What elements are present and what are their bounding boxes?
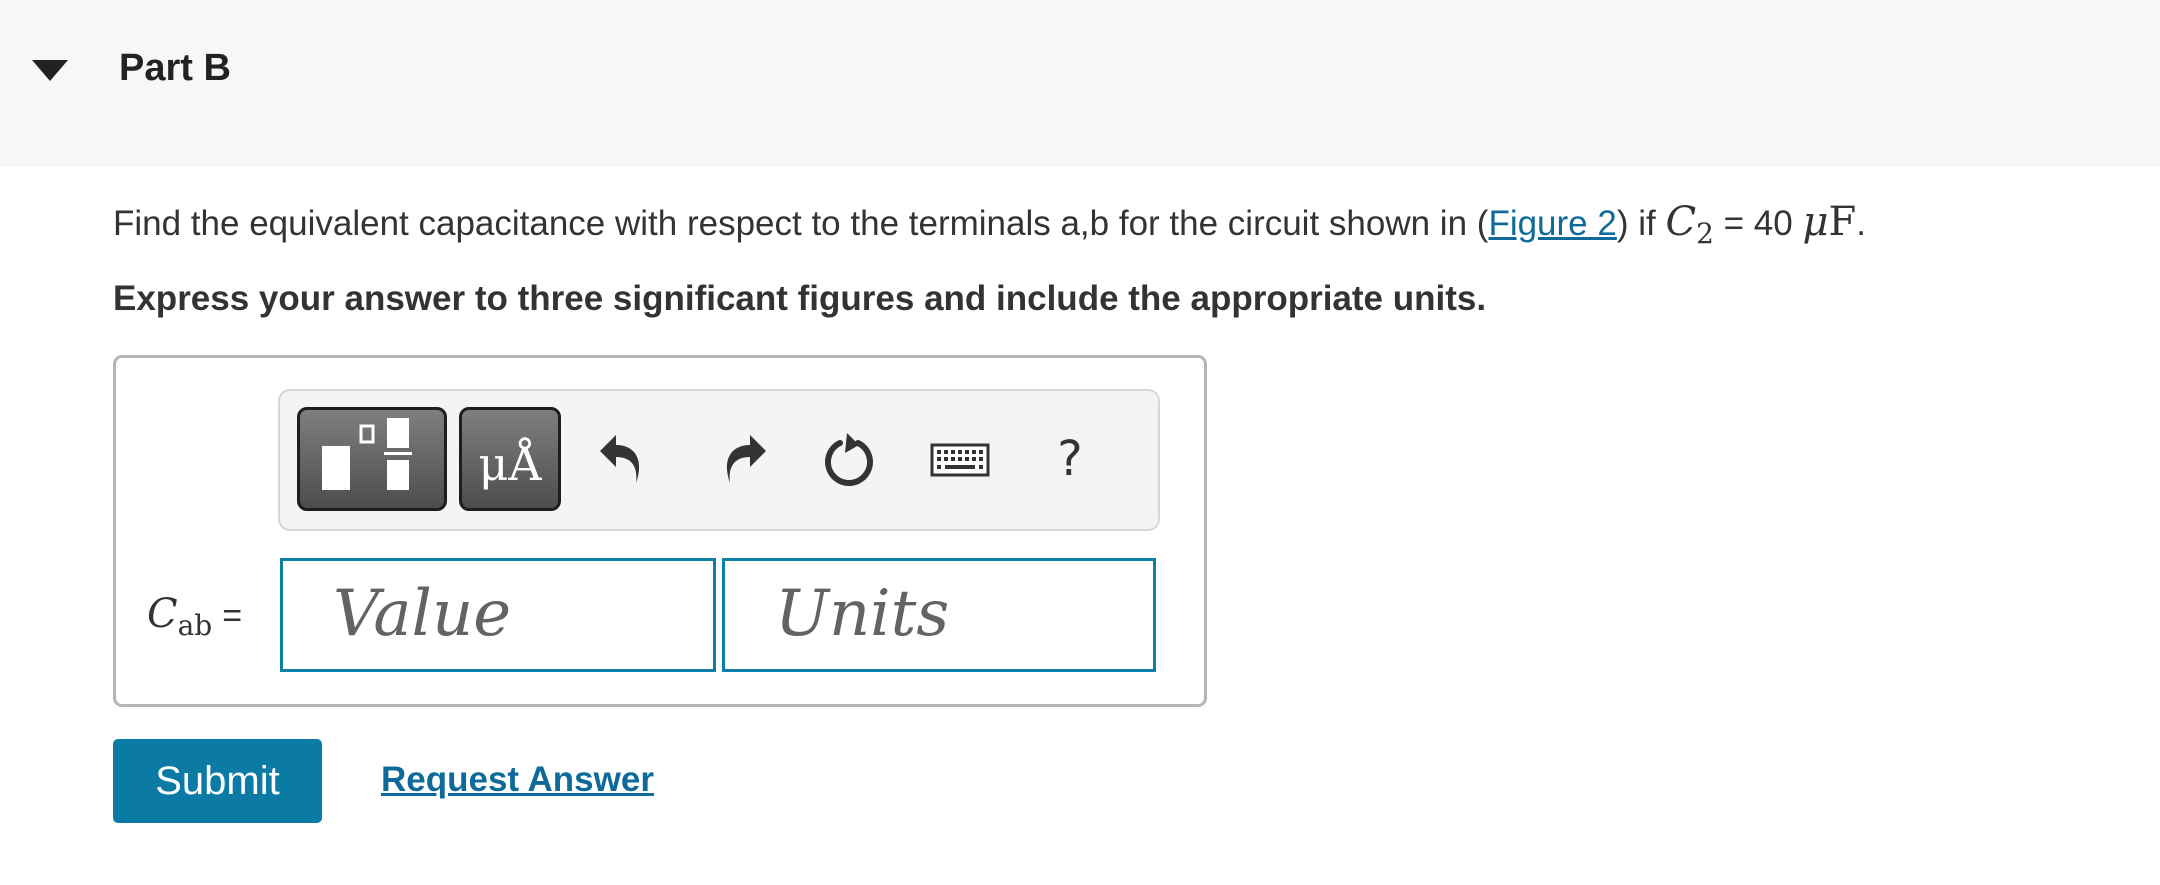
request-answer-link[interactable]: Request Answer (381, 756, 654, 804)
units-input[interactable]: Units (722, 558, 1156, 672)
keyboard-icon[interactable] (928, 427, 992, 491)
answer-label-equals: = (222, 597, 243, 635)
value-input[interactable]: Value (280, 558, 716, 672)
instruction-text: Express your answer to three significant… (113, 279, 1487, 318)
unit-symbol: F (1828, 199, 1857, 245)
figure-link[interactable]: Figure 2 (1488, 204, 1616, 243)
part-title: Part B (119, 47, 231, 89)
template-icon[interactable] (297, 407, 447, 511)
answer-label: Cab = (147, 584, 242, 644)
undo-icon[interactable] (592, 427, 656, 491)
reset-icon[interactable] (817, 427, 881, 491)
question-text-start: Find the equivalent capacitance with res… (113, 204, 1489, 243)
unit-prefix: μ (1802, 199, 1829, 245)
part-header (0, 0, 2160, 167)
answer-label-symbol: Cab (147, 591, 213, 642)
question-text: Find the equivalent capacitance with res… (113, 196, 1866, 250)
redo-icon[interactable] (710, 427, 774, 491)
question-period: . (1856, 204, 1866, 243)
units-icon[interactable]: μÅ (459, 407, 561, 511)
capacitor-symbol: C2 (1665, 199, 1714, 250)
caret-down-icon[interactable] (30, 55, 70, 85)
submit-button[interactable]: Submit (113, 739, 322, 823)
help-icon[interactable]: ? (1040, 427, 1100, 491)
capacitance-value: = 40 (1713, 204, 1803, 243)
question-text-if: ) if (1616, 204, 1666, 243)
